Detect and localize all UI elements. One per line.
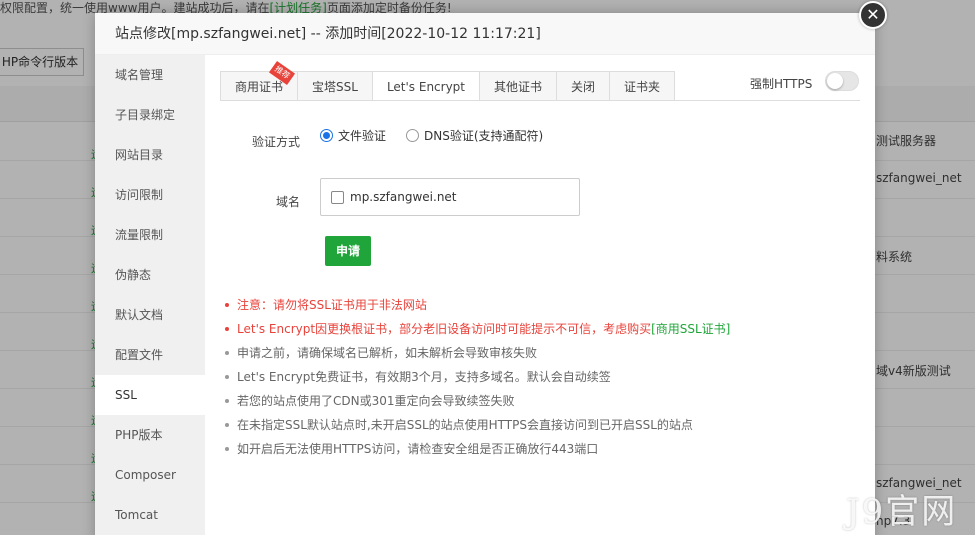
sidebar-item-tomcat[interactable]: Tomcat	[95, 495, 205, 535]
tab-commercial-cert[interactable]: 商用证书 推荐	[220, 60, 298, 101]
sidebar-item-default-doc[interactable]: 默认文档	[95, 295, 205, 335]
sidebar-item-domain[interactable]: 域名管理	[95, 55, 205, 95]
verify-method-label: 验证方式	[251, 135, 300, 149]
tab-baota-ssl[interactable]: 宝塔SSL	[297, 71, 372, 101]
radio-dns-verify[interactable]	[406, 129, 420, 142]
note-item: Let's Encrypt因更换根证书，部分老旧设备访问时可能提示不可信，考虑购…	[225, 317, 865, 341]
radio-file-verify[interactable]	[320, 129, 333, 142]
tab-close[interactable]: 关闭	[556, 71, 610, 101]
note-item: Let's Encrypt免费证书，有效期3个月，支持多域名。默认会自动续签	[225, 365, 865, 389]
domain-name[interactable]: mp.szfangwei.net	[350, 190, 457, 204]
force-https-toggle[interactable]	[825, 71, 859, 91]
verify-method-group: 文件验证 DNS验证(支持通配符)	[320, 127, 563, 144]
sidebar-item-subdir[interactable]: 子目录绑定	[95, 95, 205, 135]
sidebar-item-rewrite[interactable]: 伪静态	[95, 255, 205, 295]
note-item: 申请之前，请确保域名已解析，如未解析会导致审核失败	[225, 341, 865, 365]
close-icon[interactable]: ✕	[859, 1, 887, 29]
note-item: 在未指定SSL默认站点时,未开启SSL的站点使用HTTPS会直接访问到已开启SS…	[225, 413, 865, 437]
modal-sidebar: 域名管理 子目录绑定 网站目录 访问限制 流量限制 伪静态 默认文档 配置文件 …	[95, 55, 205, 535]
radio-dns-verify-label[interactable]: DNS验证(支持通配符)	[424, 127, 543, 144]
note-text: Let's Encrypt因更换根证书，部分老旧设备访问时可能提示不可信，考虑购…	[237, 322, 652, 336]
commercial-ssl-link[interactable]: [商用SSL证书]	[651, 322, 730, 336]
watermark-logo: J9官网	[846, 492, 958, 532]
sidebar-item-ssl[interactable]: SSL	[95, 375, 205, 415]
tab-cert-folder[interactable]: 证书夹	[609, 71, 676, 101]
sidebar-item-config-file[interactable]: 配置文件	[95, 335, 205, 375]
sidebar-item-composer[interactable]: Composer	[95, 455, 205, 495]
tab-lets-encrypt[interactable]: Let's Encrypt	[371, 71, 480, 101]
modal-title: 站点修改[mp.szfangwei.net] -- 添加时间[2022-10-1…	[95, 13, 875, 55]
toggle-knob	[827, 73, 843, 89]
tabs-divider	[220, 100, 860, 101]
note-item: 注意：请勿将SSL证书用于非法网站	[225, 293, 865, 317]
domain-list: mp.szfangwei.net	[320, 178, 580, 216]
apply-button[interactable]: 申请	[325, 236, 371, 266]
tab-label: 商用证书	[235, 80, 284, 94]
site-edit-modal: 站点修改[mp.szfangwei.net] -- 添加时间[2022-10-1…	[95, 13, 875, 535]
tab-other-cert[interactable]: 其他证书	[479, 71, 557, 101]
ssl-panel: 商用证书 推荐 宝塔SSL Let's Encrypt 其他证书 关闭 证书夹 …	[205, 55, 875, 535]
sidebar-item-php-version[interactable]: PHP版本	[95, 415, 205, 455]
force-https-label: 强制HTTPS	[750, 77, 813, 91]
note-item: 如开启后无法使用HTTPS访问，请检查安全组是否正确放行443端口	[225, 437, 865, 461]
domain-checkbox[interactable]	[331, 190, 344, 204]
ssl-tabs: 商用证书 推荐 宝塔SSL Let's Encrypt 其他证书 关闭 证书夹	[220, 60, 676, 101]
radio-file-verify-label[interactable]: 文件验证	[338, 127, 386, 144]
ssl-notes: 注意：请勿将SSL证书用于非法网站 Let's Encrypt因更换根证书，部分…	[225, 293, 865, 461]
note-item: 若您的站点使用了CDN或301重定向会导致续签失败	[225, 389, 865, 413]
domain-label: 域名	[275, 195, 300, 209]
sidebar-item-site-dir[interactable]: 网站目录	[95, 135, 205, 175]
sidebar-item-access-limit[interactable]: 访问限制	[95, 175, 205, 215]
sidebar-item-traffic-limit[interactable]: 流量限制	[95, 215, 205, 255]
